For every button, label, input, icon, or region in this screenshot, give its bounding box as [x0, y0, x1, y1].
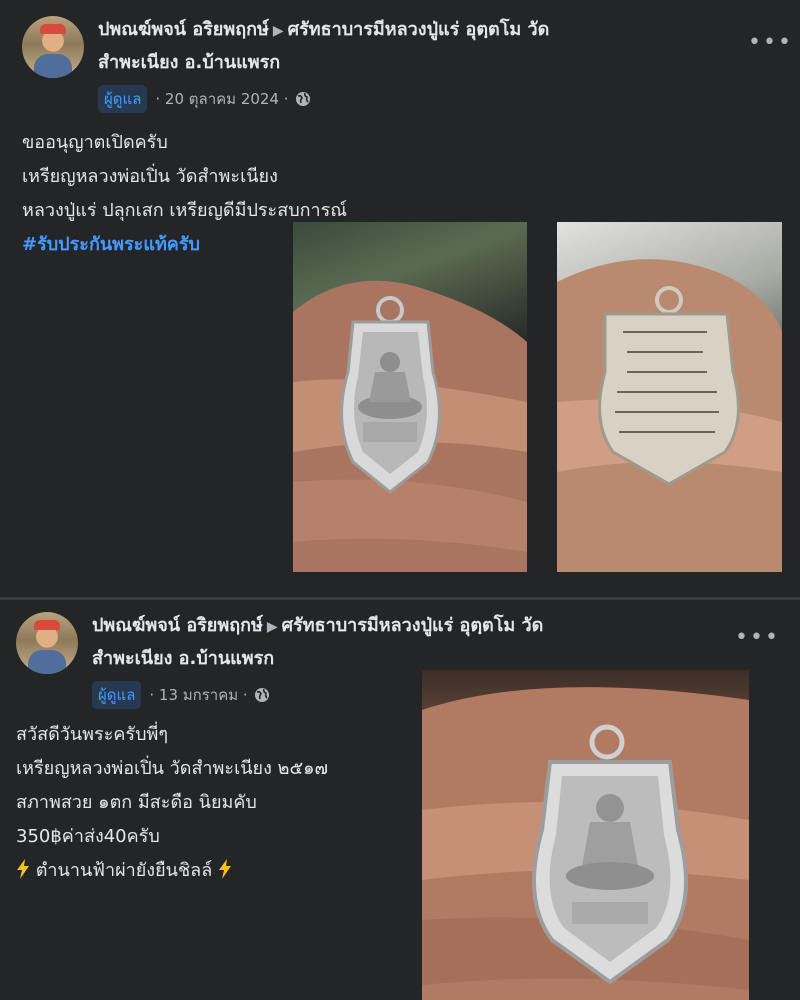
post-meta: ผู้ดูแล · 13 มกราคม ·	[92, 681, 270, 709]
post-header: ปพณฆ์พจน์ อริยพฤกษ์ ▶ ศรัทธาบารมีหลวงปู่แร…	[92, 610, 742, 675]
lightning-icon	[218, 859, 231, 879]
medal-image	[422, 687, 749, 1000]
medal-back-image	[557, 259, 782, 572]
medal-front-photo[interactable]	[293, 222, 527, 572]
post-line: สภาพสวย ๑ตก มีสะดือ นิยมคับ	[16, 792, 257, 813]
author-avatar[interactable]	[22, 16, 84, 78]
caret-right-icon: ▶	[272, 23, 284, 39]
globe-icon	[254, 688, 269, 702]
author-name[interactable]: ปพณฆ์พจน์ อริยพฤกษ์	[98, 19, 269, 40]
group-name[interactable]: ศรัทธาบารมีหลวงปู่แร่ อุตฺตโม วัด	[282, 615, 544, 636]
medal-photo[interactable]	[422, 670, 749, 1000]
post-meta: ผู้ดูแล · 20 ตุลาคม 2024 ·	[98, 85, 311, 113]
more-options-icon[interactable]: •••	[748, 30, 793, 55]
admin-badge: ผู้ดูแล	[92, 681, 142, 709]
post-line: ขออนุญาตเปิดครับ	[22, 132, 168, 153]
group-name[interactable]: ศรัทธาบารมีหลวงปู่แร่ อุตฺตโม วัด	[288, 19, 550, 40]
more-options-icon[interactable]: •••	[735, 625, 780, 650]
post-1: ปพณฆ์พจน์ อริยพฤกษ์ ▶ ศรัทธาบารมีหลวงปู่แร…	[0, 0, 800, 597]
group-name-continued[interactable]: สำพะเนียง อ.บ้านแพรก	[98, 47, 738, 79]
post-body: สวัสดีวันพระครับพี่ๆ เหรียญหลวงพ่อเปิ่น …	[16, 718, 328, 888]
medal-back-photo[interactable]	[557, 222, 782, 572]
post-line: เหรียญหลวงพ่อเปิ่น วัดสำพะเนียง ๒๕๑๗	[16, 758, 329, 779]
admin-badge: ผู้ดูแล	[98, 85, 148, 113]
post-line: สวัสดีวันพระครับพี่ๆ	[16, 724, 169, 745]
caret-right-icon: ▶	[266, 619, 278, 635]
post-2: ปพณฆ์พจน์ อริยพฤกษ์ ▶ ศรัทธาบารมีหลวงปู่แร…	[0, 597, 800, 1000]
post-date[interactable]: · 13 มกราคม ·	[149, 683, 247, 707]
post-line: ตำนานฟ้าผ่ายังยืนชิลล์	[35, 860, 213, 881]
medal-front-image	[293, 280, 527, 572]
post-line: 350฿ค่าส่ง40ครับ	[16, 826, 160, 847]
post-line-emoji: ตำนานฟ้าผ่ายังยืนชิลล์	[16, 854, 328, 888]
author-avatar[interactable]	[16, 612, 78, 674]
globe-icon	[295, 92, 310, 106]
lightning-icon	[17, 859, 29, 879]
post-header: ปพณฆ์พจน์ อริยพฤกษ์ ▶ ศรัทธาบารมีหลวงปู่แร…	[98, 14, 738, 79]
post-date[interactable]: · 20 ตุลาคม 2024 ·	[155, 87, 288, 111]
author-name[interactable]: ปพณฆ์พจน์ อริยพฤกษ์	[92, 615, 263, 636]
post-line: เหรียญหลวงพ่อเปิ่น วัดสำพะเนียง	[22, 166, 278, 187]
